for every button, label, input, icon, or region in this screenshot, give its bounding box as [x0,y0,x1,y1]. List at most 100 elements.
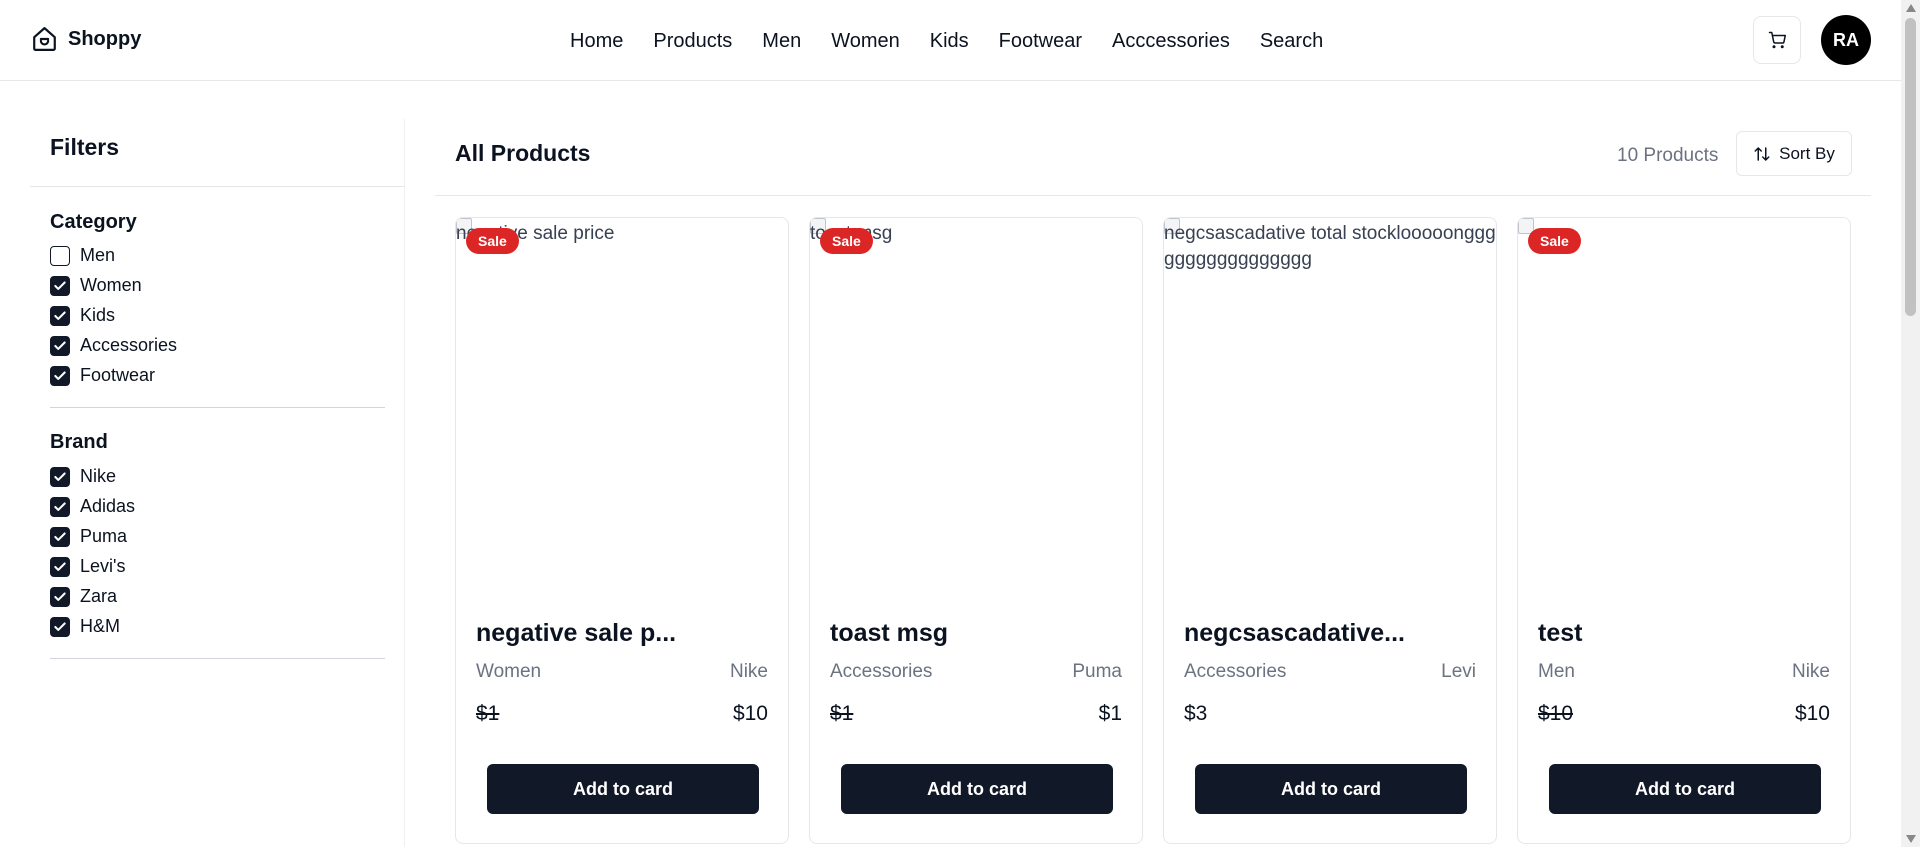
nav-home[interactable]: Home [570,28,623,54]
checkbox[interactable] [50,616,70,637]
main-nav: Home Products Men Women Kids Footwear Ac… [570,28,1353,54]
product-brand: Nike [1791,661,1830,682]
checkbox[interactable] [50,305,70,326]
filter-label: Kids [80,305,116,325]
user-avatar[interactable]: RA [1821,15,1871,65]
products-panel: All Products 10 Products Sort By negativ… [435,119,1871,847]
add-to-cart-button[interactable]: Add to card [487,764,759,814]
filter-label: Adidas [80,496,136,516]
add-to-cart-button[interactable]: Add to card [1549,764,1821,814]
check-icon [54,561,66,571]
product-category: Women [476,661,542,682]
checkbox[interactable] [50,496,70,517]
filter-brand-hm[interactable]: H&M [50,616,120,637]
check-icon [54,370,66,380]
filter-label: H&M [80,616,120,636]
product-image[interactable]: toast msg Sale [810,218,1142,608]
product-brand: Puma [1072,661,1122,682]
sale-price: $1 [1098,702,1122,725]
scroll-down-arrow-icon[interactable] [1906,835,1916,843]
scroll-thumb[interactable] [1905,18,1916,316]
filter-brand-levis[interactable]: Levi's [50,556,125,577]
filter-label: Nike [80,466,117,486]
check-icon [54,621,66,631]
check-icon [54,591,66,601]
nav-products[interactable]: Products [653,28,732,54]
scroll-up-arrow-icon[interactable] [1906,4,1916,12]
brand[interactable]: Shoppy [30,24,141,54]
filter-category-kids[interactable]: Kids [50,305,115,326]
checkbox[interactable] [50,526,70,547]
product-name[interactable]: toast msg [830,619,1130,648]
product-brand: Nike [729,661,768,682]
divider [435,195,1871,196]
filter-brand-zara[interactable]: Zara [50,586,117,607]
product-count: 10 Products [1617,145,1719,166]
product-name[interactable]: negative sale p... [476,619,776,648]
filter-category-women[interactable]: Women [50,275,142,296]
nav-men[interactable]: Men [762,28,801,54]
filter-label: Footwear [80,365,156,385]
product-card[interactable]: toast msg Sale toast msg Accessories Pum… [809,217,1143,844]
sale-price: $10 [1794,702,1830,725]
original-price: $1 [830,702,854,725]
product-name[interactable]: negcsascadative... [1184,619,1484,648]
sale-price: $10 [732,702,768,725]
product-brand: Levi [1441,661,1476,682]
product-image[interactable]: Sale [1518,218,1850,608]
nav-footwear[interactable]: Footwear [999,28,1082,54]
product-category: Accessories [830,661,933,682]
add-to-cart-button[interactable]: Add to card [841,764,1113,814]
sort-by-button[interactable]: Sort By [1736,131,1852,176]
filter-category-men[interactable]: Men [50,245,115,266]
product-card[interactable]: negcsascadative total stocklooooongggggg… [1163,217,1497,844]
add-to-cart-button[interactable]: Add to card [1195,764,1467,814]
checkbox[interactable] [50,466,70,487]
checkbox[interactable] [50,365,70,386]
filter-category-accessories[interactable]: Accessories [50,335,177,356]
cart-button[interactable] [1753,16,1801,64]
product-image[interactable]: negcsascadative total stocklooooongggggg… [1164,218,1496,608]
product-name[interactable]: test [1538,619,1838,648]
sale-badge: Sale [820,228,873,254]
filter-label: Zara [80,586,118,606]
check-icon [54,340,66,350]
divider [30,186,405,187]
filter-label: Men [80,245,116,265]
check-icon [54,531,66,541]
filter-category-footwear[interactable]: Footwear [50,365,155,386]
check-icon [54,280,66,290]
product-category: Accessories [1184,661,1287,682]
filter-label: Accessories [80,335,178,355]
filter-label: Puma [80,526,128,546]
price: $3 [1184,702,1208,725]
filter-brand-adidas[interactable]: Adidas [50,496,135,517]
page-scrollbar[interactable] [1901,0,1920,847]
top-header: Shoppy Home Products Men Women Kids Foot… [0,0,1901,81]
filter-label: Women [80,275,142,295]
sort-label: Sort By [1779,143,1835,163]
checkbox[interactable] [50,275,70,296]
checkbox[interactable] [50,556,70,577]
filter-brand-puma[interactable]: Puma [50,526,127,547]
divider [50,407,385,408]
nav-search[interactable]: Search [1260,28,1323,54]
check-icon [54,310,66,320]
brand-filter-title: Brand [50,431,108,453]
nav-women[interactable]: Women [831,28,900,54]
checkbox[interactable] [50,245,70,266]
nav-accessories[interactable]: Acccessories [1112,28,1230,54]
product-card[interactable]: negative sale price Sale negative sale p… [455,217,789,844]
image-alt-text: negcsascadative total stocklooooongggggg… [1164,223,1496,270]
checkbox[interactable] [50,586,70,607]
sale-badge: Sale [466,228,519,254]
filter-brand-nike[interactable]: Nike [50,466,116,487]
product-image[interactable]: negative sale price Sale [456,218,788,608]
nav-kids[interactable]: Kids [930,28,969,54]
filters-title: Filters [50,134,120,160]
check-icon [54,471,66,481]
product-card[interactable]: Sale test Men Nike $10 $10 Add to card [1517,217,1851,844]
store-logo-icon [33,27,56,51]
check-icon [54,501,66,511]
checkbox[interactable] [50,335,70,356]
